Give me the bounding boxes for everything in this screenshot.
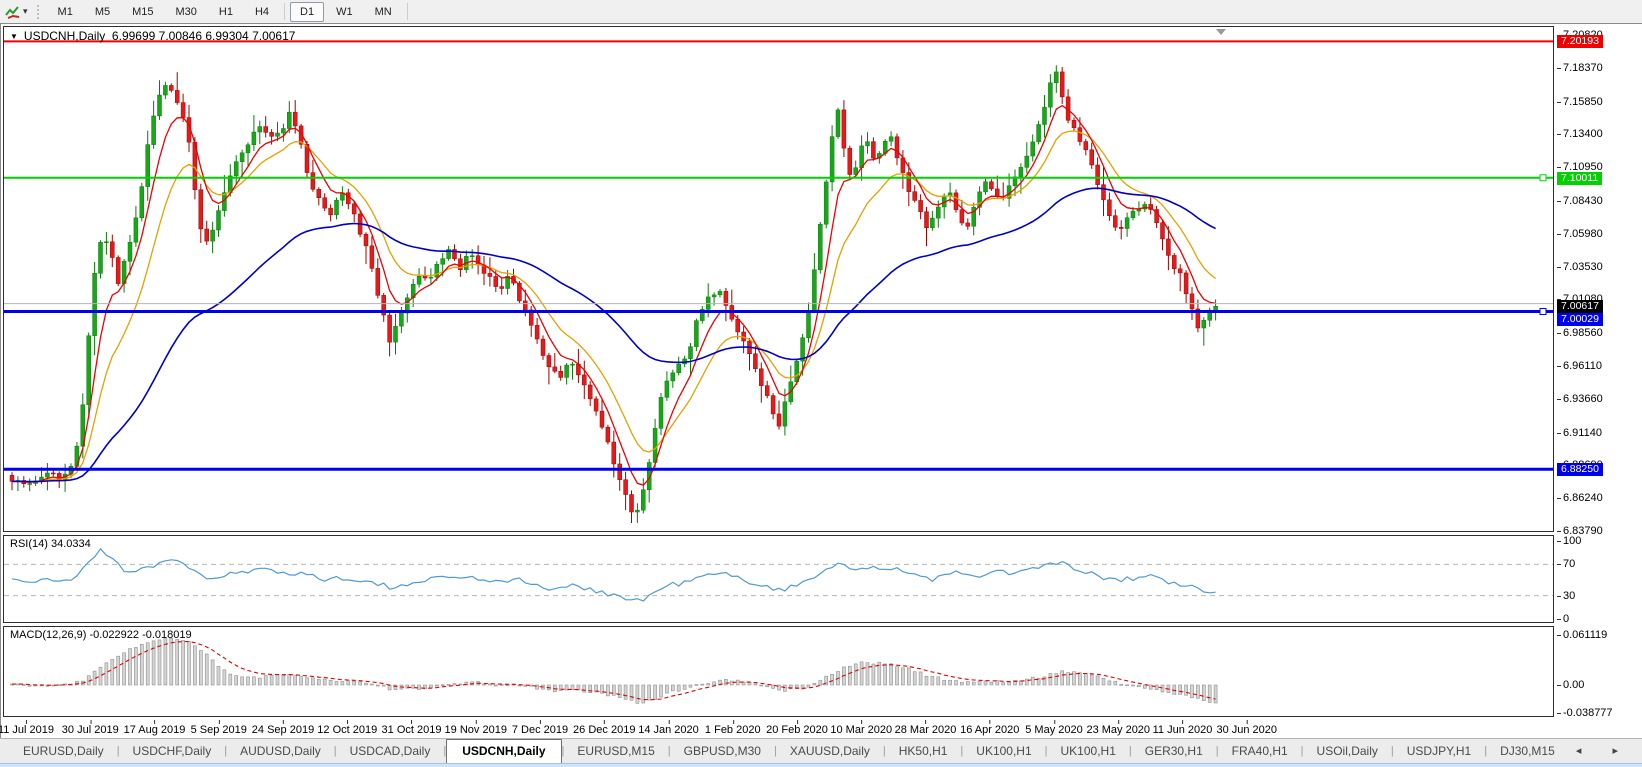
- tab-gbpusd-m30[interactable]: GBPUSD,M30: [671, 740, 774, 762]
- timeframe-button-m5[interactable]: M5: [85, 2, 120, 22]
- tab-usdcnh-daily[interactable]: USDCNH,Daily: [446, 739, 561, 763]
- chart-tabs: EURUSD,Daily|USDCHF,Daily|AUDUSD,Daily|U…: [0, 739, 1568, 763]
- tab-usdcad-daily[interactable]: USDCAD,Daily: [337, 740, 444, 762]
- price-axis: 7.208207.183707.158507.134007.109507.084…: [1556, 24, 1642, 739]
- date-axis-label: 23 May 2020: [1086, 724, 1150, 736]
- date-axis-label: 30 Jul 2019: [62, 724, 119, 736]
- date-axis-label: 12 Oct 2019: [317, 724, 377, 736]
- macd-label: MACD(12,26,9) -0.022922 -0.018019: [10, 629, 192, 641]
- price-tag: 7.10011: [1557, 172, 1602, 185]
- price-tag: 7.00029: [1557, 313, 1603, 326]
- timeframe-button-m1[interactable]: M1: [48, 2, 83, 22]
- toolbar-separator: [284, 3, 285, 20]
- rsi-pane[interactable]: RSI(14) 34.0334: [3, 535, 1554, 623]
- timeframe-button-h1[interactable]: H1: [209, 2, 243, 22]
- date-axis-label: 26 Dec 2019: [573, 724, 635, 736]
- toolbar-separator: [407, 3, 408, 20]
- chart-symbol-title: USDCNH,Daily: [24, 29, 105, 43]
- date-axis-label: 11 Jul 2019: [0, 724, 54, 736]
- rsi-axis-label: 0: [1563, 613, 1569, 625]
- price-axis-label: 7.03530: [1563, 261, 1603, 273]
- date-axis-label: 20 Feb 2020: [766, 724, 828, 736]
- macd-chart: [4, 627, 1553, 716]
- date-axis-label: 16 Apr 2020: [960, 724, 1019, 736]
- date-axis-label: 14 Jan 2020: [638, 724, 699, 736]
- tab-xauusd-daily[interactable]: XAUUSD,Daily: [777, 740, 883, 762]
- bottom-strip: [0, 763, 1642, 767]
- date-axis: 11 Jul 2019 30 Jul 2019 17 Aug 2019 5 Sep 2…: [1, 720, 1554, 739]
- tab-dj30-m15[interactable]: DJ30,M15: [1487, 740, 1568, 762]
- date-axis-label: 30 Jun 2020: [1216, 724, 1277, 736]
- timeframe-button-mn[interactable]: MN: [365, 2, 402, 22]
- price-axis-label: 6.98560: [1563, 327, 1603, 339]
- price-axis-label: 6.86240: [1563, 492, 1603, 504]
- toolbar-dropdown-caret-icon[interactable]: ▾: [23, 6, 28, 17]
- timeframe-button-m30[interactable]: M30: [166, 2, 207, 22]
- date-axis-label: 17 Aug 2019: [124, 724, 186, 736]
- price-tag: 6.88250: [1557, 463, 1603, 476]
- chart-title: ▼ USDCNH,Daily 6.99699 7.00846 6.99304 7.…: [10, 29, 295, 43]
- rsi-axis-label: 30: [1563, 590, 1575, 602]
- date-axis-label: 5 May 2020: [1025, 724, 1082, 736]
- date-axis-label: 11 Jun 2020: [1153, 724, 1213, 736]
- tab-usdchf-daily[interactable]: USDCHF,Daily: [120, 740, 225, 762]
- toolbar: ▾ M1M5M15M30H1H4 D1W1MN: [0, 0, 1642, 23]
- date-axis-label: 31 Oct 2019: [382, 724, 442, 736]
- date-axis-label: 7 Dec 2019: [512, 724, 568, 736]
- tab-usdjpy-h1[interactable]: USDJPY,H1: [1394, 740, 1484, 762]
- tab-fra40-h1[interactable]: FRA40,H1: [1219, 740, 1301, 762]
- macd-axis-label: 0.061119: [1563, 629, 1607, 641]
- timeframe-buttons: M1M5M15M30H1H4 D1W1MN: [47, 0, 412, 23]
- date-axis-label: 5 Sep 2019: [191, 724, 247, 736]
- toolbar-grip[interactable]: [36, 4, 41, 20]
- price-chart-pane[interactable]: ▼ USDCNH,Daily 6.99699 7.00846 6.99304 7.…: [3, 26, 1554, 532]
- date-axis-label: 24 Sep 2019: [252, 724, 314, 736]
- price-tag: 7.00617: [1557, 300, 1603, 313]
- price-tag: 7.20193: [1557, 35, 1603, 48]
- price-axis-label: 6.91140: [1563, 427, 1602, 439]
- price-axis-label: 6.93660: [1563, 393, 1603, 405]
- rsi-axis-label: 70: [1563, 558, 1575, 570]
- tab-scroll-arrows[interactable]: ◂ ▸: [1576, 744, 1632, 757]
- timeframe-button-m15[interactable]: M15: [122, 2, 163, 22]
- tab-audusd-daily[interactable]: AUDUSD,Daily: [227, 740, 334, 762]
- timeframe-button-w1[interactable]: W1: [326, 2, 363, 22]
- tab-ger30-h1[interactable]: GER30,H1: [1132, 740, 1216, 762]
- chart-tabbar: EURUSD,Daily|USDCHF,Daily|AUDUSD,Daily|U…: [0, 738, 1642, 763]
- macd-pane[interactable]: MACD(12,26,9) -0.022922 -0.018019: [3, 626, 1554, 717]
- timeframe-button-d1[interactable]: D1: [290, 2, 324, 22]
- chart-window: ▼ USDCNH,Daily 6.99699 7.00846 6.99304 7.…: [0, 23, 1642, 738]
- macd-axis-label: -0.038777: [1563, 707, 1613, 719]
- date-axis-label: 19 Nov 2019: [445, 724, 507, 736]
- collapse-triangle-icon[interactable]: ▼: [10, 32, 18, 41]
- tab-eurusd-m15[interactable]: EURUSD,M15: [564, 740, 667, 762]
- tab-hk50-h1[interactable]: HK50,H1: [886, 740, 961, 762]
- rsi-axis-label: 100: [1563, 535, 1581, 547]
- indicators-icon[interactable]: [3, 3, 23, 21]
- tab-uk100-h1[interactable]: UK100,H1: [963, 740, 1044, 762]
- tab-uk100-h1[interactable]: UK100,H1: [1048, 740, 1129, 762]
- price-axis-label: 7.13400: [1563, 128, 1603, 140]
- price-axis-label: 7.15850: [1563, 96, 1603, 108]
- price-axis-label: 7.08430: [1563, 195, 1603, 207]
- date-axis-label: 1 Feb 2020: [705, 724, 761, 736]
- macd-axis-label: 0.00: [1563, 679, 1584, 691]
- tab-eurusd-daily[interactable]: EURUSD,Daily: [10, 740, 117, 762]
- rsi-label: RSI(14) 34.0334: [10, 538, 91, 550]
- price-axis-label: 6.96110: [1563, 360, 1602, 372]
- price-axis-label: 7.18370: [1563, 62, 1603, 74]
- date-axis-label: 28 Mar 2020: [895, 724, 957, 736]
- candlestick-chart: [4, 27, 1553, 531]
- price-axis-label: 7.05980: [1563, 228, 1603, 240]
- timeframe-button-h4[interactable]: H4: [245, 2, 279, 22]
- rsi-chart: [4, 536, 1553, 622]
- tab-usoil-daily[interactable]: USOil,Daily: [1304, 740, 1391, 762]
- chart-ohlc-values: 6.99699 7.00846 6.99304 7.00617: [105, 29, 295, 43]
- date-axis-label: 10 Mar 2020: [830, 724, 892, 736]
